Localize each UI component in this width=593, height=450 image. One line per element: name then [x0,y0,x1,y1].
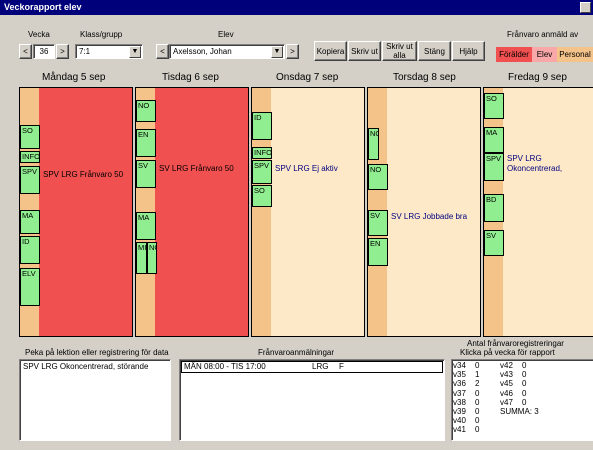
lesson-block[interactable]: MA [136,212,156,240]
prev-week-button[interactable]: < [19,44,32,59]
franvaro-code: F [339,362,344,371]
week-label: v41 [453,425,466,435]
day-column-tuesday[interactable]: NO EN SV MA MI NG SV LRG Frånvaro 50 [135,87,249,337]
elev-label: Elev [218,30,234,39]
skriv-ut-button[interactable]: Skriv ut [348,41,381,61]
next-week-button[interactable]: > [56,44,69,59]
lesson-block[interactable]: ELV [20,268,40,306]
absence-area[interactable] [155,88,248,336]
hjalp-button[interactable]: Hjälp [452,41,485,61]
prev-student-button[interactable]: < [156,44,169,59]
registration-text[interactable]: SPV LRG Ej aktiv [275,164,338,174]
chevron-down-icon[interactable]: ▼ [129,46,141,58]
week-label: v40 [453,416,466,426]
lesson-block[interactable]: INFO [20,151,40,163]
lesson-block[interactable]: SPV [484,153,504,181]
week-label: v43 [500,370,513,380]
skriv-ut-alla-button[interactable]: Skriv ut alla [382,41,417,61]
day-header-thursday: Torsdag 8 sep [393,72,456,83]
chevron-down-icon[interactable]: ▼ [271,46,283,58]
lesson-block[interactable]: SO [484,93,504,119]
lesson-block[interactable]: SV [136,160,156,188]
vecka-label: Vecka [28,30,50,39]
day-header-friday: Fredag 9 sep [508,72,567,83]
day-column-wednesday[interactable]: ID INFO SPV SO SPV LRG Ej aktiv [251,87,365,337]
title-bar: Veckorapport elev [0,0,593,15]
week-label: v36 [453,379,466,389]
legend-foralder: Förälder [496,47,532,62]
lesson-block[interactable]: INFO [252,147,272,159]
absence-area[interactable] [503,88,593,336]
lesson-block[interactable]: BD [484,194,504,222]
day-header-tuesday: Tisdag 6 sep [162,72,219,83]
close-button[interactable] [580,2,591,13]
stang-button[interactable]: Stäng [418,41,451,61]
stats-hint-label: Klicka på vecka för rapport [460,348,555,357]
kopiera-button[interactable]: Kopiera [314,41,347,61]
lesson-info-box: SPV LRG Okoncentrerad, störande [19,359,171,441]
legend-personal: Personal [557,47,593,62]
franvaro-type: LRG [312,362,329,371]
week-label: v42 [500,361,513,370]
lesson-block[interactable]: SO [20,125,40,149]
week-label: v45 [500,379,513,389]
franvaro-list[interactable]: MÅN 08:00 - TIS 17:00 LRG F [179,359,445,441]
registration-text[interactable]: SV LRG Frånvaro 50 [159,164,234,174]
day-header-wednesday: Onsdag 7 sep [276,72,339,83]
franvaro-anmald-label: Frånvaro anmäld av [507,30,579,39]
lesson-block[interactable]: MI [136,242,147,274]
week-label: v47 [500,397,513,407]
day-header-monday: Måndag 5 sep [42,72,106,83]
week-label: v38 [453,397,466,407]
week-input[interactable]: 36 [33,44,55,59]
lesson-block[interactable]: NO [368,128,379,160]
window-title: Veckorapport elev [4,2,82,12]
week-label: v39 [453,407,466,416]
lesson-block[interactable]: MA [484,127,504,153]
day-column-friday[interactable]: SO MA SPV BD SV SPV LRG Okoncentrerad, [483,87,593,337]
day-column-thursday[interactable]: NO NO SV EN SV LRG Jobbade bra [367,87,481,337]
lesson-block[interactable]: EN [136,129,156,157]
stats-label: Antal frånvaroregistreringar [467,339,564,348]
registration-text[interactable]: SV LRG Jobbade bra [391,212,467,222]
franvaro-period: MÅN 08:00 - TIS 17:00 [184,362,266,371]
week-label: v37 [453,388,466,398]
franvaro-row[interactable]: MÅN 08:00 - TIS 17:00 LRG F [181,361,443,373]
absence-area[interactable] [39,88,132,336]
lesson-info-label: Peka på lektion eller registrering för d… [25,348,169,357]
lesson-info-text: SPV LRG Okoncentrerad, störande [23,362,149,371]
week-label: v34 [453,361,466,370]
franvaro-anmalningar-label: Frånvaroanmälningar [258,348,335,357]
klass-label: Klass/grupp [80,30,123,39]
registration-text[interactable]: SPV LRG Frånvaro 50 [43,170,123,180]
lesson-block[interactable]: SPV [252,160,272,184]
week-label: v46 [500,388,513,398]
lesson-block[interactable]: SPV [20,166,40,194]
klass-value: 7:1 [79,47,91,56]
lesson-block[interactable]: EN [368,238,388,266]
week-count: 0 [475,425,480,435]
registration-text[interactable]: SPV LRG Okoncentrerad, [507,154,591,174]
lesson-block[interactable]: SV [484,230,504,256]
lesson-block[interactable]: ID [20,236,40,264]
absence-area[interactable] [271,88,364,336]
week-stat-v41[interactable]: v41 0 [453,425,479,435]
next-student-button[interactable]: > [286,44,299,59]
stats-summa: SUMMA: 3 [500,407,539,416]
legend-elev: Elev [532,47,557,62]
week-label: v35 [453,370,466,380]
elev-select[interactable]: Axelsson, Johan ▼ [169,44,285,59]
lesson-block[interactable]: MA [20,210,40,234]
lesson-block[interactable]: SV [368,210,388,236]
lesson-block[interactable]: NG [147,242,157,274]
lesson-block[interactable]: NO [368,164,388,190]
lesson-block[interactable]: NO [136,100,156,122]
elev-value: Axelsson, Johan [173,47,232,56]
lesson-block[interactable]: ID [252,112,272,140]
day-column-monday[interactable]: SO INFO SPV MA ID ELV SPV LRG Frånvaro 5… [19,87,133,337]
lesson-block[interactable]: SO [252,185,272,207]
klass-select[interactable]: 7:1 ▼ [75,44,143,59]
